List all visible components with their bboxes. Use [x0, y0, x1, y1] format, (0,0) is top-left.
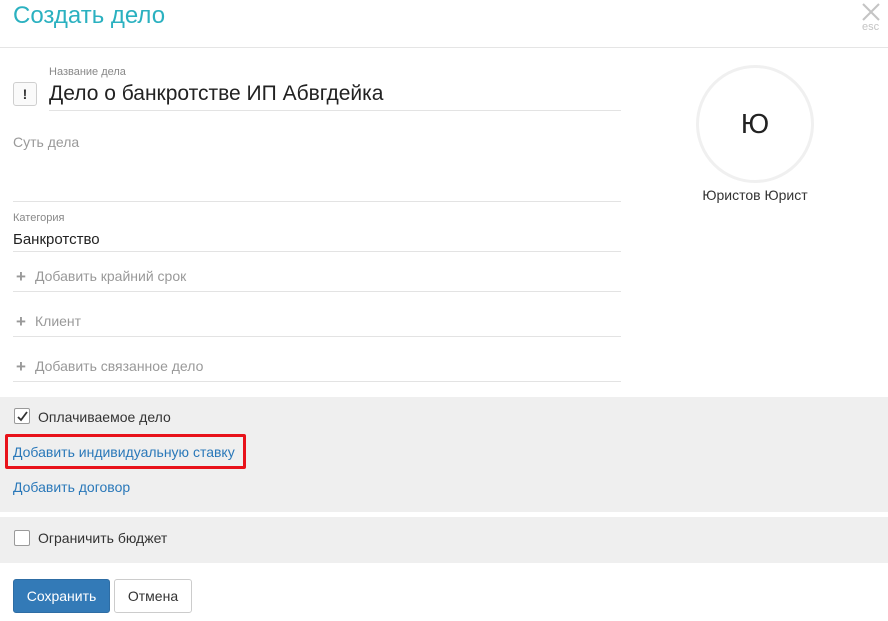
close-icon — [862, 3, 880, 21]
divider — [13, 381, 621, 382]
divider — [13, 251, 621, 252]
category-label: Категория — [13, 212, 65, 224]
modal-title: Создать дело — [13, 2, 166, 29]
header-divider — [0, 47, 888, 48]
close-button[interactable]: esc — [858, 1, 884, 35]
plus-icon: + — [16, 312, 26, 331]
close-hint: esc — [862, 21, 880, 33]
case-essence-textarea[interactable]: Суть дела — [13, 134, 79, 150]
add-related-case-label: Добавить связанное дело — [35, 358, 204, 374]
add-deadline-label: Добавить крайний срок — [35, 268, 187, 284]
cancel-button[interactable]: Отмена — [114, 579, 192, 613]
limit-budget-checkbox[interactable] — [14, 530, 30, 546]
divider — [13, 336, 621, 337]
add-related-case-button[interactable]: + Добавить связанное дело — [13, 346, 621, 386]
check-icon — [17, 411, 28, 422]
case-name-label: Название дела — [49, 66, 126, 78]
paid-case-checkbox[interactable] — [14, 408, 30, 424]
highlight-annotation — [5, 434, 246, 469]
responsible-name: Юристов Юрист — [702, 187, 808, 203]
add-deadline-button[interactable]: + Добавить крайний срок — [13, 256, 621, 296]
limit-budget-label: Ограничить бюджет — [38, 530, 168, 546]
divider — [13, 201, 621, 202]
add-client-button[interactable]: + Клиент — [13, 301, 621, 341]
avatar[interactable]: Ю — [696, 65, 814, 183]
plus-icon: + — [16, 267, 26, 286]
category-select[interactable]: Банкротство — [13, 231, 100, 248]
priority-flag-button[interactable]: ! — [13, 82, 37, 106]
divider — [13, 291, 621, 292]
paid-case-label: Оплачиваемое дело — [38, 409, 171, 425]
divider — [49, 110, 621, 111]
case-name-input[interactable]: Дело о банкротстве ИП Абвгдейка — [49, 82, 383, 106]
plus-icon: + — [16, 357, 26, 376]
add-client-label: Клиент — [35, 313, 82, 329]
add-contract-link[interactable]: Добавить договор — [13, 479, 130, 495]
save-button[interactable]: Сохранить — [13, 579, 110, 613]
